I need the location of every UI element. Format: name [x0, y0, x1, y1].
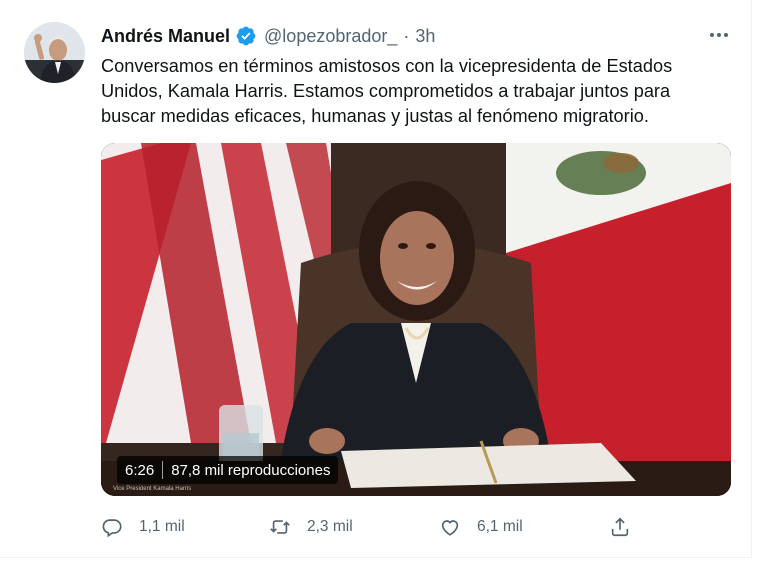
video-views: 87,8 mil reproducciones: [171, 461, 331, 479]
like-count: 6,1 mil: [477, 518, 523, 535]
share-button[interactable]: [609, 513, 647, 541]
video-caption: Vice President Kamala Harris: [113, 486, 192, 492]
avatar[interactable]: [24, 22, 85, 83]
tweet-text-line: Unidos, Kamala Harris. Estamos compromet…: [101, 81, 671, 101]
reply-count: 1,1 mil: [139, 518, 185, 535]
retweet-count: 2,3 mil: [307, 518, 353, 535]
retweet-icon: [270, 520, 290, 534]
author-handle[interactable]: @lopezobrador_: [264, 26, 397, 47]
video-thumbnail: [101, 143, 731, 496]
more-icon[interactable]: [705, 23, 733, 47]
video-player[interactable]: 6:26 87,8 mil reproducciones Vice Presid…: [101, 143, 731, 496]
separator-dot: ·: [403, 25, 410, 46]
tweet-text-line: Conversamos en términos amistosos con la…: [101, 56, 673, 76]
tweet-header: Andrés Manuel @lopezobrador_ · 3h: [101, 24, 435, 48]
timestamp[interactable]: 3h: [415, 26, 435, 47]
video-info-badge: 6:26 87,8 mil reproducciones: [117, 456, 339, 484]
share-icon: [611, 517, 629, 537]
reply-button[interactable]: 1,1 mil: [101, 513, 185, 541]
verified-badge-icon: [236, 26, 256, 46]
tweet-card[interactable]: Andrés Manuel @lopezobrador_ · 3h Conver…: [0, 0, 752, 558]
like-button[interactable]: 6,1 mil: [439, 513, 523, 541]
video-info-divider: [162, 461, 164, 479]
tweet-text-line: buscar medidas eficaces, humanas y justa…: [101, 106, 649, 126]
avatar-photo: [24, 22, 85, 83]
reply-icon: [102, 519, 122, 538]
like-icon: [441, 520, 459, 536]
retweet-button[interactable]: 2,3 mil: [269, 513, 353, 541]
tweet-actions: 1,1 mil 2,3 mil 6,1 mil: [101, 513, 641, 541]
tweet-text: Conversamos en términos amistosos con la…: [101, 54, 701, 129]
video-duration: 6:26: [125, 461, 155, 479]
author-name[interactable]: Andrés Manuel: [101, 26, 230, 47]
